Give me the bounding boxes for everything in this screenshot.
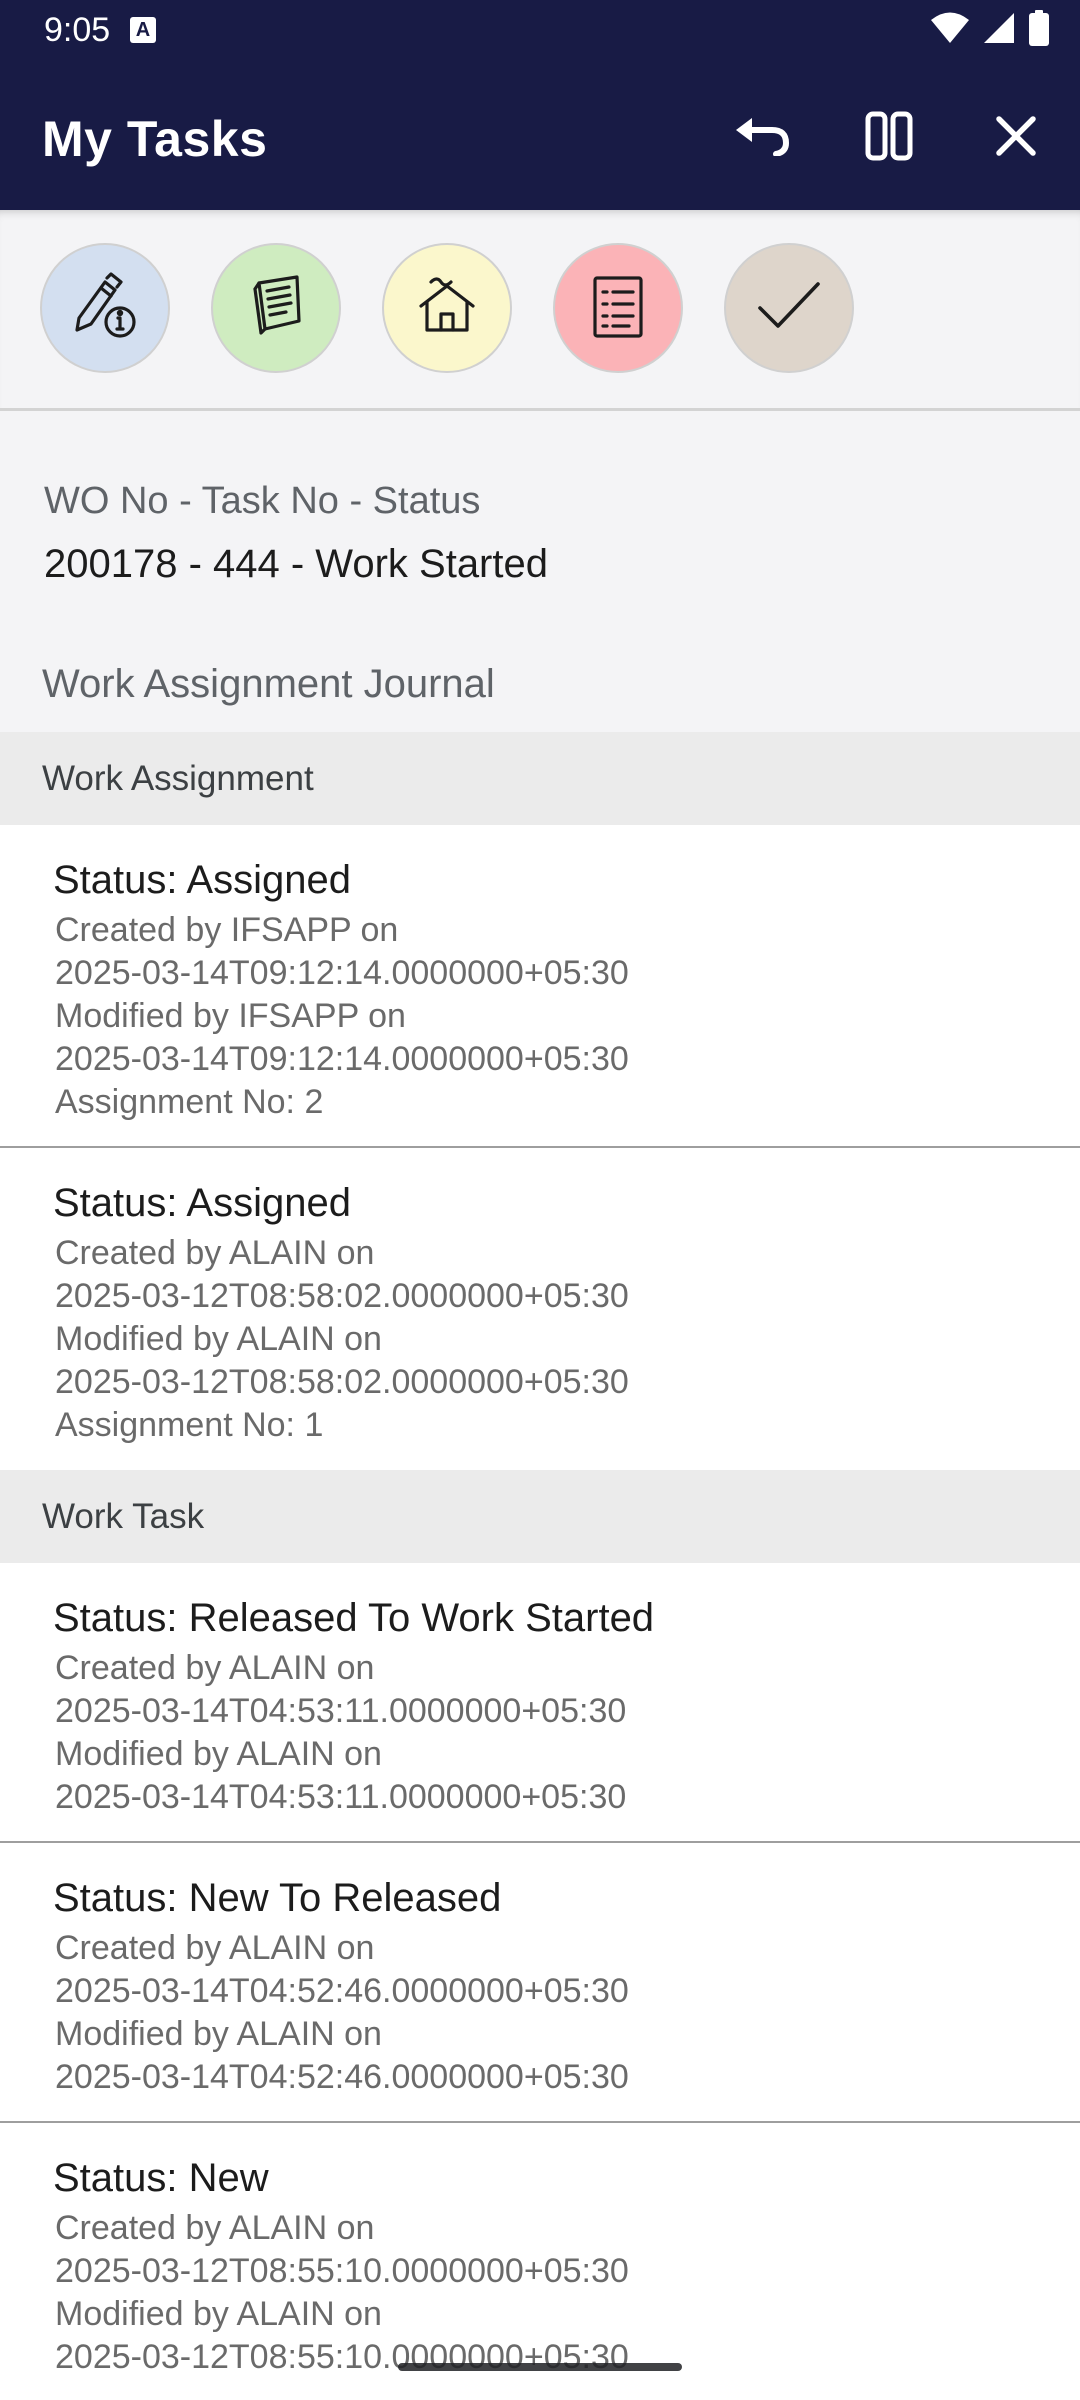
complete-button[interactable] — [724, 243, 854, 373]
section-header-work-task: Work Task — [0, 1470, 1080, 1563]
entry-modified-date: 2025-03-12T08:55:10.0000000+05:30 — [55, 2338, 629, 2376]
work-details-button[interactable] — [40, 243, 170, 373]
status-icons — [930, 9, 1050, 51]
split-view-button[interactable] — [853, 102, 925, 174]
entry-modified-by: Modified by IFSAPP on — [55, 997, 406, 1035]
edit-info-icon — [65, 266, 145, 351]
location-button[interactable] — [382, 243, 512, 373]
undo-icon — [732, 116, 792, 161]
entry-status: Status: New — [53, 2156, 269, 2200]
entry-status: Status: New To Released — [53, 1876, 502, 1920]
status-time: 9:05 — [44, 11, 111, 49]
entry-modified-date: 2025-03-14T04:52:46.0000000+05:30 — [55, 2058, 629, 2096]
section-header-label: Work Task — [42, 1497, 205, 1536]
entry-created-by: Created by ALAIN on — [55, 1929, 375, 1967]
entry-modified-date: 2025-03-12T08:58:02.0000000+05:30 — [55, 1363, 629, 1401]
undo-button[interactable] — [726, 102, 798, 174]
entry-modified-by: Modified by ALAIN on — [55, 2295, 382, 2333]
entry-modified-by: Modified by ALAIN on — [55, 2015, 382, 2053]
checklist-button[interactable] — [553, 243, 683, 373]
entry-status: Status: Assigned — [53, 1181, 351, 1225]
entry-created-by: Created by IFSAPP on — [55, 911, 399, 949]
entry-modified-date: 2025-03-14T04:53:11.0000000+05:30 — [55, 1778, 627, 1816]
entry-created-date: 2025-03-12T08:55:10.0000000+05:30 — [55, 2252, 629, 2290]
entry-assignment-no: Assignment No: 2 — [55, 1083, 324, 1121]
journal-entry[interactable]: Status: Assigned Created by IFSAPP on 20… — [0, 825, 1080, 1148]
split-view-icon — [864, 111, 914, 166]
section-header-work-assignment: Work Assignment — [0, 732, 1080, 825]
entry-created-by: Created by ALAIN on — [55, 1649, 375, 1687]
entry-modified-date: 2025-03-14T09:12:14.0000000+05:30 — [55, 1040, 629, 1078]
checkmark-icon — [754, 276, 824, 341]
notification-badge: A — [130, 17, 156, 43]
task-info-panel: WO No - Task No - Status 200178 - 444 - … — [0, 411, 1080, 732]
entry-created-by: Created by ALAIN on — [55, 2209, 375, 2247]
entry-created-by: Created by ALAIN on — [55, 1234, 375, 1272]
section-header-label: Work Assignment — [42, 759, 314, 798]
entry-created-date: 2025-03-12T08:58:02.0000000+05:30 — [55, 1277, 629, 1315]
journal-entry[interactable]: Status: Assigned Created by ALAIN on 202… — [0, 1148, 1080, 1470]
entry-modified-by: Modified by ALAIN on — [55, 1735, 382, 1773]
top-bar: 9:05 A My Tasks — [0, 0, 1080, 210]
battery-icon — [1028, 9, 1050, 51]
page-title: My Tasks — [42, 111, 268, 167]
close-button[interactable] — [980, 102, 1052, 174]
checklist-icon — [585, 270, 651, 347]
entry-status: Status: Assigned — [53, 858, 351, 902]
quick-actions-bar — [0, 210, 1080, 411]
documents-icon — [241, 271, 311, 346]
documents-button[interactable] — [211, 243, 341, 373]
wo-task-status-label: WO No - Task No - Status — [44, 480, 481, 522]
entry-created-date: 2025-03-14T04:52:46.0000000+05:30 — [55, 1972, 629, 2010]
status-bar: 9:05 A — [0, 0, 1080, 62]
close-icon — [995, 115, 1037, 162]
journal-title: Work Assignment Journal — [42, 662, 495, 706]
entry-status: Status: Released To Work Started — [53, 1596, 655, 1640]
entry-created-date: 2025-03-14T04:53:11.0000000+05:30 — [55, 1692, 627, 1730]
journal-entry[interactable]: Status: New Created by ALAIN on 2025-03-… — [0, 2123, 1080, 2400]
entry-modified-by: Modified by ALAIN on — [55, 1320, 382, 1358]
entry-assignment-no: Assignment No: 1 — [55, 1406, 324, 1444]
wo-task-status-value: 200178 - 444 - Work Started — [44, 542, 548, 586]
journal-entry[interactable]: Status: New To Released Created by ALAIN… — [0, 1843, 1080, 2123]
entry-created-date: 2025-03-14T09:12:14.0000000+05:30 — [55, 954, 629, 992]
journal-entry[interactable]: Status: Released To Work Started Created… — [0, 1563, 1080, 1843]
cell-signal-icon — [982, 11, 1016, 50]
home-indicator[interactable] — [398, 2363, 682, 2371]
wifi-icon — [930, 11, 970, 50]
home-icon — [411, 270, 483, 347]
